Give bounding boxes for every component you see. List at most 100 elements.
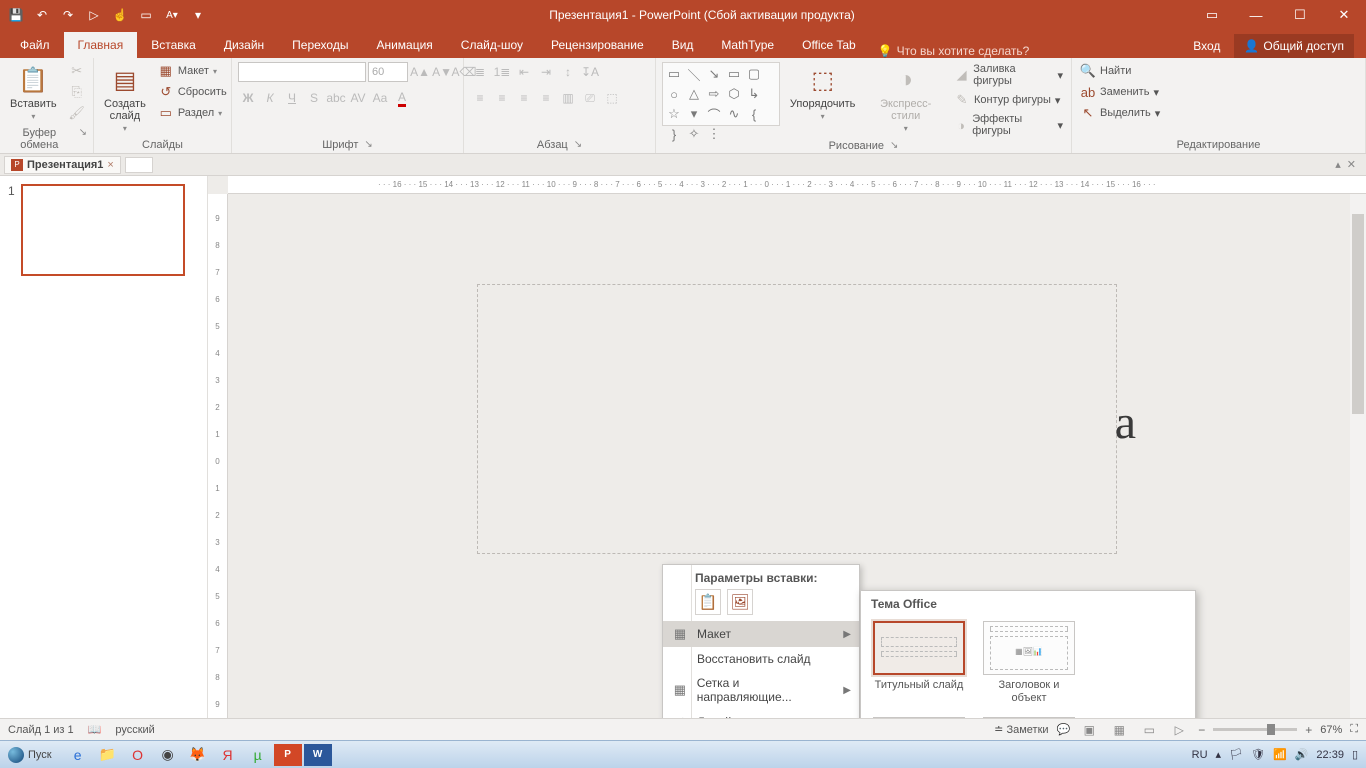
share-button[interactable]: 👤 Общий доступ — [1234, 34, 1354, 58]
scrollbar-thumb[interactable] — [1352, 214, 1364, 414]
shape-arc-icon[interactable]: ⌒ — [705, 105, 723, 123]
tray-network-icon[interactable]: 📶 — [1273, 748, 1287, 761]
shape-outline-button[interactable]: ✎Контур фигуры ▾ — [952, 91, 1065, 109]
maximize-icon[interactable]: ☐ — [1278, 0, 1322, 30]
font-color-icon[interactable]: A — [392, 88, 412, 108]
tab-close-icon[interactable]: × — [107, 159, 113, 171]
utorrent-icon[interactable]: µ — [244, 744, 272, 766]
ctx-ruler[interactable]: ✓ Линейка — [663, 709, 859, 718]
font-size-combo[interactable]: 60 — [368, 62, 408, 82]
slideshow-start-icon[interactable]: ▷ — [82, 3, 106, 27]
shape-star-icon[interactable]: ☆ — [665, 105, 683, 123]
tab-design[interactable]: Дизайн — [210, 32, 278, 58]
vertical-scrollbar[interactable] — [1350, 194, 1366, 718]
section-button[interactable]: ▭Раздел ▾ — [156, 104, 229, 122]
firefox-icon[interactable]: 🦊 — [184, 744, 212, 766]
powerpoint-taskbar-icon[interactable]: P — [274, 744, 302, 766]
layout-title-slide[interactable]: Титульный слайд — [873, 621, 965, 705]
opera-icon[interactable]: O — [124, 744, 152, 766]
slide-thumbnail[interactable] — [21, 184, 185, 276]
yandex-icon[interactable]: Я — [214, 744, 242, 766]
replace-button[interactable]: abЗаменить ▾ — [1078, 83, 1162, 101]
tab-transitions[interactable]: Переходы — [278, 32, 362, 58]
format-painter-button[interactable]: 🖌 — [67, 104, 87, 122]
tab-slideshow[interactable]: Слайд-шоу — [447, 32, 537, 58]
new-slide-button[interactable]: ▤ Создать слайд ▾ — [100, 62, 150, 135]
slide-canvas[interactable]: · · · 16 · · · 15 · · · 14 · · · 13 · · … — [208, 176, 1366, 718]
zoom-in-icon[interactable]: + — [1305, 723, 1312, 737]
paste-button[interactable]: 📋 Вставить ▾ — [6, 62, 61, 123]
text-direction-icon[interactable]: ↧A — [580, 62, 600, 82]
title-placeholder[interactable]: а — [477, 284, 1117, 554]
layout-title-content[interactable]: ▦🖼📊 Заголовок и объект — [983, 621, 1075, 705]
shadow-icon[interactable]: abc — [326, 88, 346, 108]
shape-effects-button[interactable]: ◑Эффекты фигуры ▾ — [952, 112, 1065, 138]
tab-insert[interactable]: Вставка — [137, 32, 210, 58]
zoom-level[interactable]: 67% — [1320, 724, 1342, 736]
grow-font-icon[interactable]: A▲ — [410, 62, 430, 82]
shrink-font-icon[interactable]: A▼ — [432, 62, 452, 82]
shape-curve-icon[interactable]: ∿ — [725, 105, 743, 123]
line-spacing-icon[interactable]: ↕ — [558, 62, 578, 82]
tray-language[interactable]: RU — [1192, 749, 1208, 761]
tray-show-desktop[interactable]: ▯ — [1352, 748, 1358, 761]
zoom-out-icon[interactable]: − — [1198, 723, 1205, 737]
tell-me-search[interactable]: 💡 Что вы хотите сделать? — [870, 44, 1038, 58]
align-center-icon[interactable]: ≡ — [492, 88, 512, 108]
close-icon[interactable]: ✕ — [1322, 0, 1366, 30]
font-size-qat-icon[interactable]: A▾ — [160, 3, 184, 27]
new-doc-icon[interactable]: ▭ — [134, 3, 158, 27]
tab-home[interactable]: Главная — [64, 32, 138, 58]
reset-button[interactable]: ↺Сбросить — [156, 83, 229, 101]
slideshow-view-icon[interactable]: ▷ — [1168, 721, 1190, 739]
shape-line-icon[interactable]: ＼ — [685, 65, 703, 83]
slide-thumb-1[interactable]: 1 — [8, 184, 199, 276]
shape-hex-icon[interactable]: ⬡ — [725, 85, 743, 103]
smartart-icon[interactable]: ⬚ — [602, 88, 622, 108]
paste-keep-formatting-icon[interactable]: 📋 — [695, 589, 721, 615]
italic-icon[interactable]: К — [260, 88, 280, 108]
tray-show-hidden-icon[interactable]: ▴ — [1216, 748, 1222, 761]
shapes-gallery[interactable]: ▭ ＼ ↘ ▭ ▢ ○ △ ⇨ ⬡ ↳ ☆ ▾ ⌒ ∿ { } ✧ ⋮ — [662, 62, 780, 126]
justify-icon[interactable]: ≡ — [536, 88, 556, 108]
normal-view-icon[interactable]: ▣ — [1078, 721, 1100, 739]
shape-more-icon[interactable]: ▾ — [685, 105, 703, 123]
underline-icon[interactable]: Ч — [282, 88, 302, 108]
ie-icon[interactable]: e — [64, 744, 92, 766]
notes-button[interactable]: ≐ Заметки — [994, 723, 1048, 736]
bullets-icon[interactable]: ≣ — [470, 62, 490, 82]
explorer-icon[interactable]: 📁 — [94, 744, 122, 766]
shape-textbox-icon[interactable]: ▭ — [665, 65, 683, 83]
signin-link[interactable]: Вход — [1185, 39, 1228, 53]
layout-section-header[interactable]: Заголовок раздела — [873, 717, 965, 718]
tab-animations[interactable]: Анимация — [362, 32, 446, 58]
paste-picture-icon[interactable]: 🖼 — [727, 589, 753, 615]
tray-flag-icon[interactable]: 🏳 — [1229, 748, 1243, 761]
quick-styles-button[interactable]: ◑ Экспресс-стили▾ — [865, 62, 946, 135]
tray-volume-icon[interactable]: 🔊 — [1295, 748, 1309, 761]
change-case-icon[interactable]: Aa — [370, 88, 390, 108]
shape-rect-icon[interactable]: ▭ — [725, 65, 743, 83]
bold-icon[interactable]: Ж — [238, 88, 258, 108]
clipboard-dialog-launcher-icon[interactable]: ↘ — [79, 127, 87, 151]
slide-thumbnails-pane[interactable]: 1 — [0, 176, 208, 718]
save-icon[interactable]: 💾 — [4, 3, 28, 27]
char-spacing-icon[interactable]: AV — [348, 88, 368, 108]
tray-shield-icon[interactable]: 🛡 — [1251, 748, 1265, 761]
font-family-combo[interactable] — [238, 62, 366, 82]
qat-more-icon[interactable]: ▾ — [186, 3, 210, 27]
numbering-icon[interactable]: 1≣ — [492, 62, 512, 82]
ctx-layout[interactable]: ▦ Макет ▶ — [663, 621, 859, 647]
layout-button[interactable]: ▦Макет ▾ — [156, 62, 229, 80]
status-language[interactable]: русский — [115, 724, 154, 736]
undo-icon[interactable]: ↶ — [30, 3, 54, 27]
shape-brace-l-icon[interactable]: { — [745, 105, 763, 123]
tab-file[interactable]: Файл — [6, 32, 64, 58]
spellcheck-icon[interactable]: 📖 — [88, 723, 102, 736]
select-button[interactable]: ↖Выделить ▾ — [1078, 104, 1162, 122]
find-button[interactable]: 🔍Найти — [1078, 62, 1162, 80]
doctabs-close-icon[interactable]: ✕ — [1347, 158, 1356, 171]
align-left-icon[interactable]: ≡ — [470, 88, 490, 108]
paragraph-dialog-launcher-icon[interactable]: ↘ — [574, 139, 582, 151]
shape-fill-button[interactable]: ◢Заливка фигуры ▾ — [952, 62, 1065, 88]
